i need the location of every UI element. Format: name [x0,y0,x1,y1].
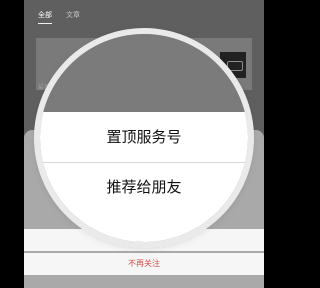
tab-articles[interactable]: 文章 [66,10,80,24]
magnified-action-panel: 置顶服务号 推荐给朋友 [40,112,248,242]
pin-service-account-option[interactable]: 置顶服务号 [40,112,248,162]
tab-all-label: 全部 [38,11,52,19]
pin-service-account-label: 置顶服务号 [106,128,182,146]
tab-bar: 全部 文章 [38,10,80,24]
recommend-to-friend-option[interactable]: 推荐给朋友 [40,162,248,212]
device-frame: 全部 文章 最新 设置 不再关注 置顶服务号 推荐给朋友 [0,0,288,288]
recommend-to-friend-label: 推荐给朋友 [106,178,182,196]
tab-all[interactable]: 全部 [38,10,52,24]
unfollow-option[interactable]: 不再关注 [24,253,264,275]
magnified-background [40,34,248,112]
unfollow-option-label: 不再关注 [128,259,160,268]
magnifier-lens: 置顶服务号 推荐给朋友 [40,34,248,242]
tab-articles-label: 文章 [66,11,80,19]
